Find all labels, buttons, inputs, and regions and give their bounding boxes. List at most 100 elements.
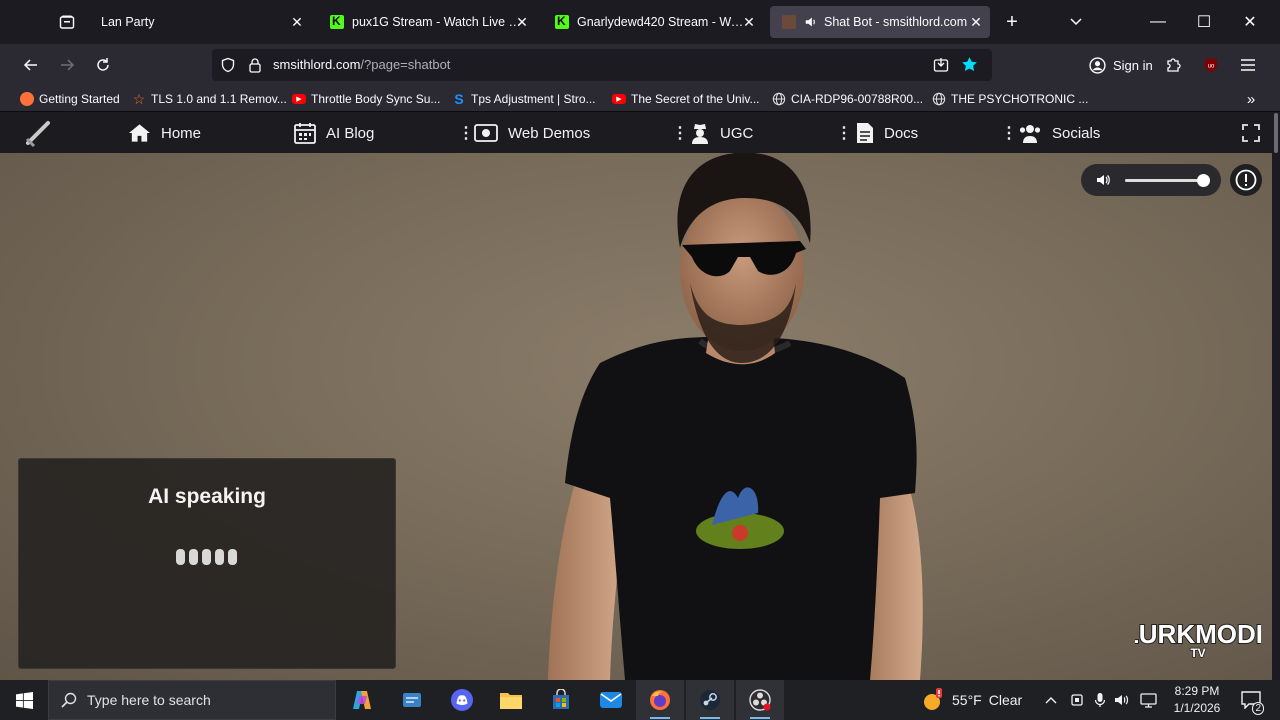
nav-ugc[interactable]: UGC	[690, 113, 753, 153]
bookmark-tps-adjustment[interactable]: S Tps Adjustment | Stro...	[452, 90, 595, 108]
windows-taskbar: Type here to search 55°F Clear 8:29 PM 1…	[0, 680, 1280, 720]
taskbar-clock[interactable]: 8:29 PM 1/1/2026	[1162, 683, 1232, 717]
bookmark-label: The Secret of the Univ...	[631, 92, 760, 106]
fullscreen-button[interactable]	[1242, 124, 1260, 142]
kick-icon	[330, 14, 344, 29]
exclamation-circle-icon	[1235, 169, 1257, 191]
taskbar-obs[interactable]	[736, 680, 784, 720]
taskbar-outlook[interactable]	[587, 680, 635, 720]
volume-icon[interactable]	[1095, 172, 1111, 188]
minimize-button[interactable]: —	[1135, 0, 1181, 44]
scrollbar-thumb[interactable]	[1274, 113, 1278, 153]
tab-pux1g-stream[interactable]: pux1G Stream - Watch Live on Kick ✕	[318, 6, 536, 38]
youtube-icon: ▶	[612, 94, 626, 104]
bookmark-cia-rdp[interactable]: CIA-RDP96-00788R00...	[772, 90, 923, 108]
firefox-view-button[interactable]	[52, 8, 82, 36]
new-tab-button[interactable]: +	[998, 8, 1026, 36]
close-tab-icon[interactable]: ✕	[514, 14, 530, 30]
lightsaber-icon	[25, 121, 50, 148]
bookmark-psychotronic[interactable]: THE PSYCHOTRONIC ...	[932, 90, 1088, 108]
nav-docs-menu-icon[interactable]: ⋮	[1001, 123, 1017, 143]
application-menu-button[interactable]	[1233, 50, 1263, 80]
ai-speaking-title: AI speaking	[148, 485, 266, 508]
info-button[interactable]	[1230, 164, 1262, 196]
close-window-button[interactable]: ✕	[1227, 0, 1273, 44]
back-button[interactable]	[16, 50, 46, 80]
taskbar-copilot[interactable]	[338, 680, 386, 720]
extensions-button[interactable]	[1158, 50, 1188, 80]
sign-in-label: Sign in	[1113, 57, 1153, 73]
forward-button[interactable]	[52, 50, 82, 80]
tab-title: Shat Bot - smsithlord.com	[824, 15, 968, 29]
taskbar-steam[interactable]	[686, 680, 734, 720]
maximize-icon: ☐	[1196, 14, 1212, 31]
star-icon: ☆	[132, 90, 146, 107]
reload-button[interactable]	[88, 50, 118, 80]
list-all-tabs-button[interactable]	[1062, 8, 1090, 36]
bookmark-secret-universe[interactable]: ▶ The Secret of the Univ...	[612, 90, 760, 108]
nav-ai-blog[interactable]: AI Blog	[294, 113, 374, 153]
bookmark-label: TLS 1.0 and 1.1 Remov...	[151, 92, 287, 106]
save-to-pocket-icon[interactable]	[933, 57, 949, 73]
nav-home[interactable]: Home	[128, 113, 201, 153]
kick-icon	[555, 14, 569, 29]
volume-control[interactable]	[1081, 164, 1221, 196]
sign-in-button[interactable]: Sign in	[1083, 51, 1159, 79]
ublock-origin-button[interactable]: uo	[1196, 50, 1226, 80]
taskbar-search-box[interactable]: Type here to search	[48, 680, 336, 720]
show-hidden-icons-button[interactable]	[1040, 680, 1062, 720]
address-bar[interactable]: smsithlord.com/?page=shatbot	[212, 49, 992, 81]
taskbar-firefox[interactable]	[636, 680, 684, 720]
nav-socials[interactable]: Socials	[1018, 113, 1100, 153]
more-bookmarks-button[interactable]: »	[1240, 89, 1262, 109]
bookmark-throttle-body[interactable]: ▶ Throttle Body Sync Su...	[292, 90, 440, 108]
speaking-bar	[215, 549, 224, 565]
page-scrollbar[interactable]	[1272, 113, 1280, 680]
close-tab-icon[interactable]: ✕	[289, 14, 305, 30]
tab-gnarlydewd-stream[interactable]: Gnarlydewd420 Stream - Watch Live on Kic…	[543, 6, 763, 38]
chevron-up-icon	[1045, 697, 1057, 704]
avatar-scene[interactable]: AI speaking LURKMODE TV	[0, 153, 1272, 680]
maximize-button[interactable]: ☐	[1181, 0, 1227, 44]
volume-slider[interactable]	[1125, 174, 1211, 187]
shield-icon[interactable]	[220, 57, 236, 73]
nav-web-demos-menu-icon[interactable]: ⋮	[672, 123, 688, 143]
taskbar-store[interactable]	[537, 680, 585, 720]
nav-ai-blog-menu-icon[interactable]: ⋮	[458, 123, 474, 143]
minimize-icon: —	[1150, 13, 1166, 30]
lock-icon[interactable]	[248, 57, 262, 73]
volume-slider-handle[interactable]	[1197, 174, 1211, 187]
close-tab-icon[interactable]: ✕	[741, 14, 757, 30]
speaker-icon	[805, 17, 815, 27]
bookmark-star-icon[interactable]	[961, 56, 978, 73]
calendar-icon	[294, 123, 316, 144]
plus-icon: +	[1006, 10, 1018, 33]
tray-microphone-button[interactable]	[1089, 680, 1111, 720]
notification-center-button[interactable]: 2	[1236, 680, 1266, 720]
network-icon	[1139, 692, 1157, 708]
tray-device-icon-button[interactable]	[1066, 680, 1088, 720]
start-button[interactable]	[0, 680, 48, 720]
tray-volume-button[interactable]	[1111, 680, 1133, 720]
taskbar-discord[interactable]	[438, 680, 486, 720]
nav-ugc-menu-icon[interactable]: ⋮	[836, 123, 852, 143]
ublock-origin-icon: uo	[1205, 58, 1217, 72]
tab-shat-bot[interactable]: Shat Bot - smsithlord.com ✕	[770, 6, 990, 38]
obs-recording-icon	[749, 689, 771, 711]
taskbar-file-explorer[interactable]	[487, 680, 535, 720]
nav-docs[interactable]: Docs	[856, 113, 918, 153]
s-icon: S	[454, 91, 464, 107]
lurkmode-tv-logo: LURKMODE TV	[1122, 613, 1272, 661]
bookmark-getting-started[interactable]: Getting Started	[20, 90, 120, 108]
taskbar-app-pad[interactable]	[388, 680, 436, 720]
search-icon	[61, 692, 77, 708]
url-text[interactable]: smsithlord.com/?page=shatbot	[273, 57, 450, 72]
site-logo[interactable]	[24, 119, 54, 148]
taskbar-weather[interactable]: 55°F Clear	[920, 680, 1022, 720]
close-icon: ✕	[1243, 14, 1257, 31]
close-tab-icon[interactable]: ✕	[968, 14, 984, 30]
nav-web-demos[interactable]: Web Demos	[474, 113, 590, 153]
tab-lan-party[interactable]: Lan Party ✕	[89, 6, 311, 38]
tray-network-button[interactable]	[1136, 680, 1160, 720]
bookmark-tls[interactable]: ☆ TLS 1.0 and 1.1 Remov...	[132, 90, 287, 108]
